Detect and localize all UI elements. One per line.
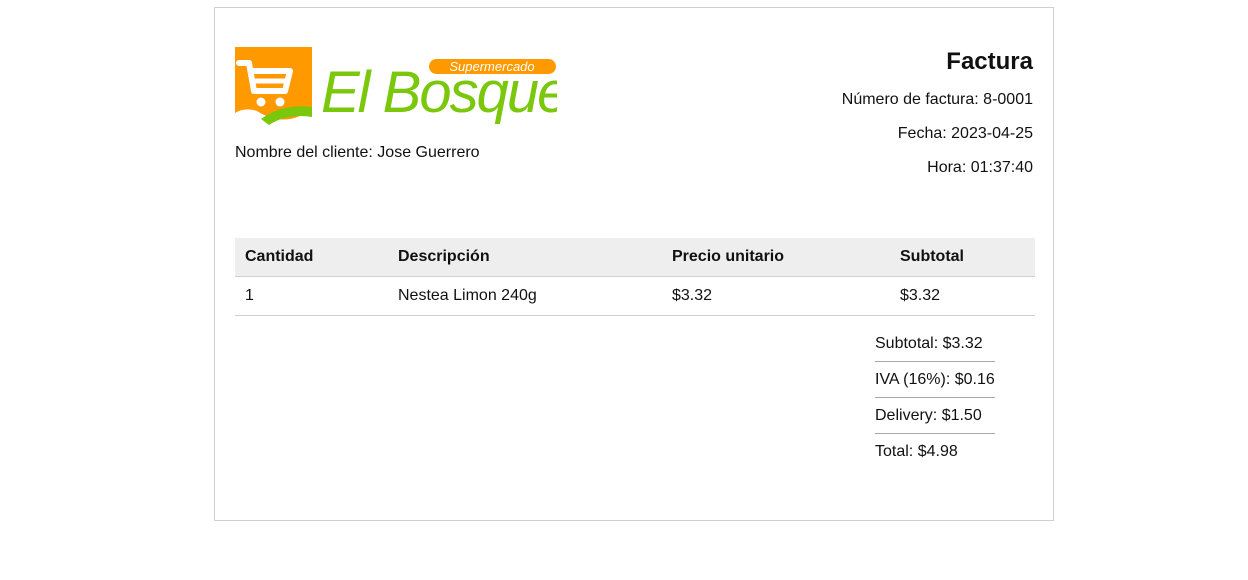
customer-name: Nombre del cliente: Jose Guerrero: [235, 144, 480, 162]
total-value: $4.98: [917, 443, 958, 460]
invoice-title: Factura: [946, 48, 1033, 75]
invoice-time: Hora: 01:37:40: [842, 158, 1033, 192]
invoice-time-value: 01:37:40: [970, 159, 1033, 176]
subtotal-value: $3.32: [942, 335, 983, 352]
invoice-number-label: Número de factura:: [841, 91, 979, 108]
totals-summary: Subtotal: $3.32 IVA (16%): $0.16 Delivery:…: [875, 326, 995, 469]
cell-cantidad: 1: [235, 276, 388, 316]
cell-precio-unitario: $3.32: [662, 276, 890, 316]
table-row: 1 Nestea Limon 240g $3.32 $3.32: [235, 276, 1035, 316]
customer-value: Jose Guerrero: [377, 144, 480, 161]
delivery-row: Delivery: $1.50: [875, 398, 995, 434]
invoice-number-value: 8-0001: [983, 91, 1033, 108]
logo-brand-name: El Bosque: [321, 60, 557, 125]
delivery-value: $1.50: [941, 407, 982, 424]
invoice-card: Supermercado El Bosque Nombre del client…: [214, 7, 1054, 521]
subtotal-row: Subtotal: $3.32: [875, 326, 995, 362]
customer-label: Nombre del cliente:: [235, 144, 373, 161]
delivery-label: Delivery:: [875, 407, 938, 424]
invoice-date: Fecha: 2023-04-25: [842, 124, 1033, 158]
cell-subtotal: $3.32: [890, 276, 1035, 316]
invoice-date-label: Fecha:: [897, 125, 947, 142]
iva-row: IVA (16%): $0.16: [875, 362, 995, 398]
el-bosque-logo: Supermercado El Bosque: [235, 47, 557, 125]
items-table: Cantidad Descripción Precio unitario Sub…: [235, 238, 1035, 316]
invoice-time-label: Hora:: [927, 159, 967, 176]
iva-value: $0.16: [954, 371, 995, 388]
total-label: Total:: [875, 443, 914, 460]
iva-label: IVA (16%):: [875, 371, 951, 388]
total-row: Total: $4.98: [875, 434, 995, 469]
header-subtotal: Subtotal: [890, 238, 1035, 277]
table-header-row: Cantidad Descripción Precio unitario Sub…: [235, 238, 1035, 277]
header-descripcion: Descripción: [388, 238, 662, 277]
subtotal-label: Subtotal:: [875, 335, 939, 352]
header-precio-unitario: Precio unitario: [662, 238, 890, 277]
header-cantidad: Cantidad: [235, 238, 388, 277]
cell-descripcion: Nestea Limon 240g: [388, 276, 662, 316]
invoice-date-value: 2023-04-25: [951, 125, 1033, 142]
invoice-number: Número de factura: 8-0001: [842, 90, 1033, 124]
invoice-info: Factura Número de factura: 8-0001 Fecha: 2…: [842, 48, 1033, 192]
